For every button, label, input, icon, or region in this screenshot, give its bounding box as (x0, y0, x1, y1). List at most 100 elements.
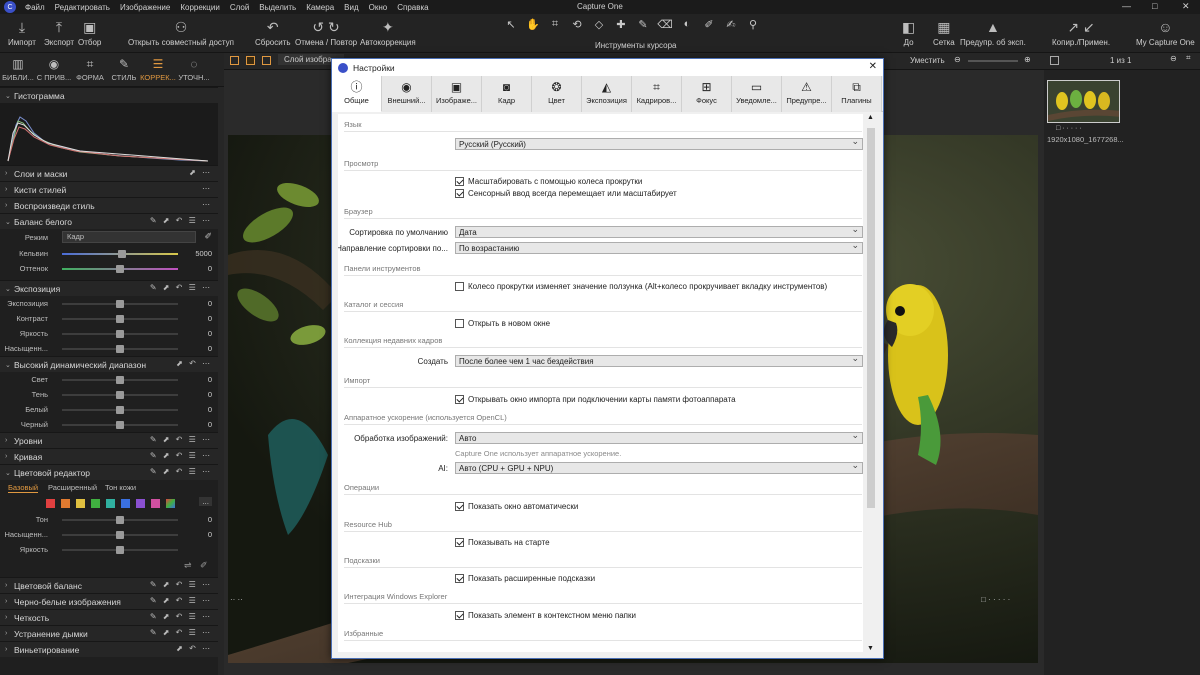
zoom-scroll-checkbox[interactable]: Масштабировать с помощью колеса прокрутк… (455, 177, 642, 186)
browser-grid-icon[interactable] (1050, 56, 1059, 65)
section-actions-icon[interactable]: ✎ ⬈ ↶ ☰ ⋯ (150, 628, 212, 637)
hdr-header[interactable]: ⌄ Высокий динамический диапазон ⬈ ↶ ⋯ (0, 356, 218, 372)
menu-help[interactable]: Справка (392, 3, 433, 12)
tab-basic[interactable]: Базовый (8, 483, 39, 493)
thumbnail-rating-icon[interactable]: □ · · · · · (1056, 125, 1082, 132)
reproduce-style-header[interactable]: › Воспроизведи стиль ⋯ (0, 197, 218, 213)
bw-header[interactable]: › Черно-белые изображения ✎ ⬈ ↶ ☰ ⋯ (0, 593, 218, 609)
maximize-button[interactable]: □ (1152, 1, 1157, 11)
tint-knob[interactable] (116, 265, 124, 273)
color-swatch[interactable] (136, 499, 145, 508)
annotate-cursor-icon[interactable]: ✍ (720, 18, 742, 31)
vignette-header[interactable]: › Виньетирование ⬈ ↶ ⋯ (0, 641, 218, 657)
show-on-start-checkbox[interactable]: Показывать на старте (455, 538, 550, 547)
shared-access-button[interactable]: ⚇ Открыть совместный доступ (128, 17, 234, 47)
exposure-warning-button[interactable]: ▲ Предупр. об эксп. (960, 17, 1026, 47)
tab-style[interactable]: ✎ СТИЛЬ (106, 55, 142, 82)
menu-edit[interactable]: Редактировать (50, 3, 115, 12)
checkbox-icon[interactable] (455, 319, 464, 328)
sharpness-header[interactable]: › Четкость ✎ ⬈ ↶ ☰ ⋯ (0, 609, 218, 625)
tab-adjustments[interactable]: ☰ КОРРЕК... (140, 55, 176, 82)
checkbox-icon[interactable] (455, 574, 464, 583)
pref-tab[interactable]: ⚠ Предупре... (782, 76, 832, 112)
zoom-in-icon[interactable]: ⊕ (1024, 55, 1031, 64)
dialog-close-button[interactable]: ✕ (869, 61, 877, 72)
slider-knob[interactable] (116, 315, 124, 323)
exposure-header[interactable]: ⌄ Экспозиция ✎ ⬈ ↶ ☰ ⋯ (0, 280, 218, 296)
slider-value[interactable]: 0 (208, 420, 212, 429)
checkbox-icon[interactable] (455, 177, 464, 186)
checkbox-icon[interactable] (455, 502, 464, 511)
style-brushes-header[interactable]: › Кисти стилей ⋯ (0, 181, 218, 197)
section-actions-icon[interactable]: ✎ ⬈ ↶ ☰ ⋯ (150, 435, 212, 444)
slider-value[interactable]: 0 (208, 530, 212, 539)
scroll-up-icon[interactable]: ▲ (867, 114, 874, 121)
slider-value[interactable]: 0 (208, 515, 212, 524)
slider-value[interactable]: 0 (208, 405, 212, 414)
pref-tab[interactable]: ⓘ Общие (332, 76, 382, 112)
pref-tab[interactable]: ⊞ Фокус (682, 76, 732, 112)
menu-adjustments[interactable]: Коррекции (175, 3, 224, 12)
menu-image[interactable]: Изображение (115, 3, 175, 12)
zoom-out-icon[interactable]: ⊖ (954, 55, 961, 64)
sort-direction-select[interactable]: По возрастанию (455, 240, 863, 254)
checkbox-icon[interactable] (455, 395, 464, 404)
reset-button[interactable]: ↶ Сбросить (255, 17, 291, 47)
kelvin-knob[interactable] (118, 250, 127, 258)
import-button[interactable]: ⤓ Импорт (8, 17, 36, 47)
menu-camera[interactable]: Камера (301, 3, 339, 12)
picker-icon[interactable]: ✐ (200, 560, 208, 571)
checkbox-icon[interactable] (455, 611, 464, 620)
section-actions-icon[interactable]: ✎ ⬈ ↶ ☰ ⋯ (150, 467, 212, 476)
brush-cursor-icon[interactable]: ✎ (632, 18, 654, 31)
slider-knob[interactable] (116, 345, 124, 353)
gradient-cursor-icon[interactable]: ◐ (676, 18, 698, 31)
picker-cursor-icon[interactable]: ✐ (698, 18, 720, 31)
keystone-cursor-icon[interactable]: ◇ (588, 18, 610, 31)
copy-apply-button[interactable]: ↗ ↙ Копир./Примен. (1052, 17, 1110, 47)
menu-window[interactable]: Окно (364, 3, 393, 12)
curve-header[interactable]: › Кривая ✎ ⬈ ↶ ☰ ⋯ (0, 448, 218, 464)
slider-knob[interactable] (116, 516, 124, 524)
export-button[interactable]: ⤒ Экспорт (44, 17, 74, 47)
slider-value[interactable]: 0 (208, 329, 212, 338)
checkbox-icon[interactable] (455, 282, 464, 291)
pref-tab[interactable]: ◙ Кадр (482, 76, 532, 112)
color-swatch[interactable] (76, 499, 85, 508)
eyedropper-icon[interactable]: ✐ (204, 231, 212, 242)
create-select[interactable]: После более чем 1 час бездействия (455, 353, 863, 367)
checkbox-icon[interactable] (455, 538, 464, 547)
grid-view-icon[interactable] (230, 56, 239, 65)
list-icon[interactable]: ⇌ (184, 560, 192, 571)
section-actions-icon[interactable]: ⬈ ⋯ (189, 168, 212, 177)
section-actions-icon[interactable]: ⬈ ↶ ⋯ (176, 644, 212, 653)
browser-zoom-icon[interactable]: ⊖ (1170, 54, 1177, 63)
slider-value[interactable]: 0 (208, 390, 212, 399)
more-button[interactable]: ... (199, 497, 212, 506)
color-swatch[interactable] (106, 499, 115, 508)
undo-redo-button[interactable]: ↺ ↻ Отмена / Повтор (295, 17, 357, 47)
tab-lens-form[interactable]: ⌗ ФОРМА (72, 55, 108, 82)
zoom-fit-label[interactable]: Уместить (910, 56, 945, 65)
color-balance-header[interactable]: › Цветовой баланс ✎ ⬈ ↶ ☰ ⋯ (0, 577, 218, 593)
autocorrect-button[interactable]: ✦ Автокоррекция (360, 17, 416, 47)
color-swatch[interactable] (151, 499, 160, 508)
sort-select[interactable]: Дата (455, 224, 863, 238)
tab-capture[interactable]: ◉ С ПРИВ... (36, 55, 72, 82)
section-actions-icon[interactable]: ✎ ⬈ ↶ ☰ ⋯ (150, 612, 212, 621)
pref-tab[interactable]: ⌗ Кадриров... (632, 76, 682, 112)
ai-select[interactable]: Авто (CPU + GPU + NPU) (455, 460, 863, 474)
pointer-cursor-icon[interactable]: ↖ (500, 18, 522, 31)
menu-select[interactable]: Выделить (254, 3, 301, 12)
section-actions-icon[interactable]: ✎ ⬈ ↶ ☰ ⋯ (150, 216, 212, 225)
open-new-window-checkbox[interactable]: Открыть в новом окне (455, 319, 550, 328)
section-actions-icon[interactable]: ⬈ ↶ ⋯ (176, 359, 212, 368)
rating-stars-icon[interactable]: □ · · · · · (981, 595, 1010, 604)
pref-tab[interactable]: ▭ Уведомле... (732, 76, 782, 112)
minimize-button[interactable]: — (1122, 1, 1131, 11)
select-button[interactable]: ▣ Отбор (78, 17, 101, 47)
dialog-scrollbar[interactable]: ▲ ▼ (865, 114, 877, 652)
slider-value[interactable]: 0 (208, 375, 212, 384)
section-actions-icon[interactable]: ✎ ⬈ ↶ ☰ ⋯ (150, 596, 212, 605)
slider-knob[interactable] (116, 531, 124, 539)
